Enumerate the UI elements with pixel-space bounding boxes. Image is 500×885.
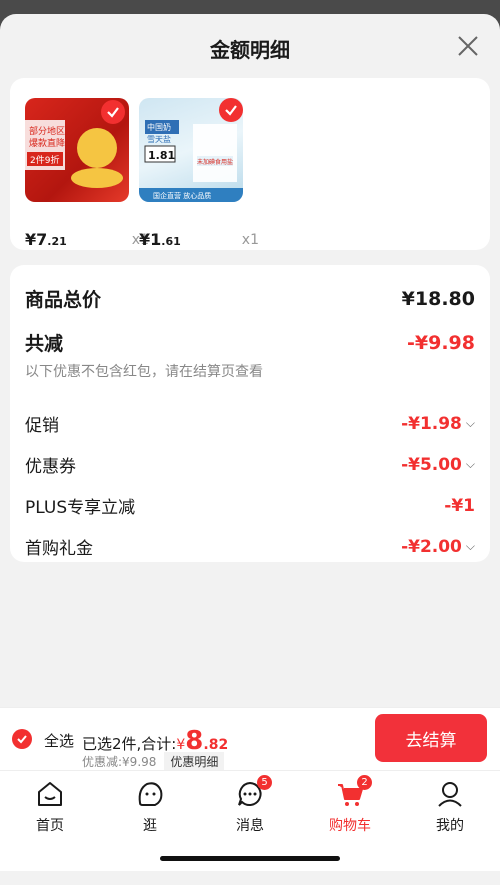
discount-text: 优惠减:¥9.98 [82,755,157,769]
product-quantity: x1 [241,232,259,248]
product-item[interactable]: 中国奶 雪天盐 1.81 未加碘食用盐 国企直营 放心品质 ¥1.61 x1 [139,98,259,249]
discount-label: PLUS专享立减 [25,498,136,518]
checkout-button[interactable]: 去结算 [375,714,487,762]
discount-amount: -¥1.98 [401,413,462,434]
selected-count-text: 已选2件,合计: [82,735,177,753]
product-image-text: 中国奶 [147,122,171,132]
tab-label: 首页 [36,818,64,834]
discount-row-coupon[interactable]: 优惠券 -¥5.00 ⌵ [25,452,475,478]
discount-label: 首购礼金 [25,539,93,559]
total-currency: ¥ [176,737,186,753]
discount-note: 以下优惠不包含红包，请在结算页查看 [25,364,263,380]
tab-home[interactable]: 首页 [15,779,85,835]
tab-label: 我的 [436,818,464,834]
products-card: 部分地区 爆款直降 2件9折 ¥7.21 x1 中国奶 雪天盐 1.81 未加碘… [10,78,490,250]
discount-detail-tag[interactable]: 优惠明细 [164,752,225,771]
total-price-label: 商品总价 [25,289,102,311]
tab-label: 逛 [143,818,157,834]
product-image[interactable]: 部分地区 爆款直降 2件9折 [25,98,129,202]
product-price: ¥1.61 [139,230,247,249]
total-price-row: 商品总价 ¥18.80 [25,285,475,312]
product-image-text: 2件9折 [30,154,59,166]
price-summary-card: 商品总价 ¥18.80 共减 -¥9.98 以下优惠不包含红包，请在结算页查看 … [10,265,490,562]
discount-row-plus: PLUS专享立减 -¥1 [25,493,475,519]
discount-value: -¥1.98 ⌵ [401,414,475,434]
discount-value: -¥2.00 ⌵ [401,537,475,557]
profile-icon [438,782,462,807]
chevron-down-icon[interactable]: ⌵ [466,457,475,472]
chevron-down-icon[interactable]: ⌵ [466,539,475,554]
product-image-text: 1.81 [148,149,175,162]
discount-amount: -¥5.00 [401,454,462,475]
tab-profile[interactable]: 我的 [415,779,485,835]
tab-explore[interactable]: 逛 [115,779,185,835]
discount-row-promotion[interactable]: 促销 -¥1.98 ⌵ [25,411,475,437]
discount-amount: -¥2.00 [401,536,462,557]
check-icon[interactable] [101,100,125,124]
price-main: ¥1 [139,230,162,249]
explore-icon [138,782,163,806]
tab-label: 购物车 [329,818,371,834]
product-item[interactable]: 部分地区 爆款直降 2件9折 ¥7.21 x1 [25,98,149,249]
total-reduce-value: -¥9.98 [407,331,475,354]
tab-label: 消息 [236,818,264,834]
total-price-value: ¥18.80 [401,287,475,310]
select-all-checkbox[interactable] [12,729,32,749]
product-image[interactable]: 中国奶 雪天盐 1.81 未加碘食用盐 国企直营 放心品质 [139,98,243,202]
select-all-label[interactable]: 全选 [44,730,74,751]
total-reduce-label: 共减 [25,333,64,355]
chevron-down-icon[interactable]: ⌵ [466,416,475,431]
message-badge: 5 [257,775,272,790]
discount-amount: -¥1 [444,495,475,516]
tab-cart[interactable]: 2 购物车 [315,775,385,835]
total-decimal: .82 [203,737,229,753]
discount-label: 促销 [25,416,59,436]
price-decimal: .21 [47,235,67,248]
discount-row-first-purchase[interactable]: 首购礼金 -¥2.00 ⌵ [25,534,475,560]
product-image-text: 未加碘食用盐 [197,158,233,166]
product-price: ¥7.21 [25,230,133,249]
discount-value: -¥5.00 ⌵ [401,455,475,475]
close-icon[interactable] [456,34,480,58]
product-image-text: 国企直营 放心品质 [153,191,211,200]
cart-badge: 2 [357,775,372,790]
tab-messages[interactable]: 5 消息 [215,775,285,835]
total-reduce-row: 共减 -¥9.98 [25,329,475,356]
discount-label: 优惠券 [25,457,76,477]
discount-value: -¥1 [444,496,475,516]
home-icon [38,782,62,806]
price-main: ¥7 [25,230,48,249]
check-icon[interactable] [219,98,243,122]
home-indicator [160,856,340,861]
sheet-title: 金额明细 [210,38,290,62]
price-decimal: .61 [161,235,181,248]
discount-summary: 优惠减:¥9.98 优惠明细 [82,752,225,771]
product-image-text: 部分地区 [29,125,65,137]
checkout-bar: 全选 已选2件,合计: ¥ 8 .82 优惠减:¥9.98 优惠明细 去结算 [0,707,500,771]
product-image-text: 雪天盐 [147,134,171,144]
product-image-text: 爆款直降 [29,137,65,149]
